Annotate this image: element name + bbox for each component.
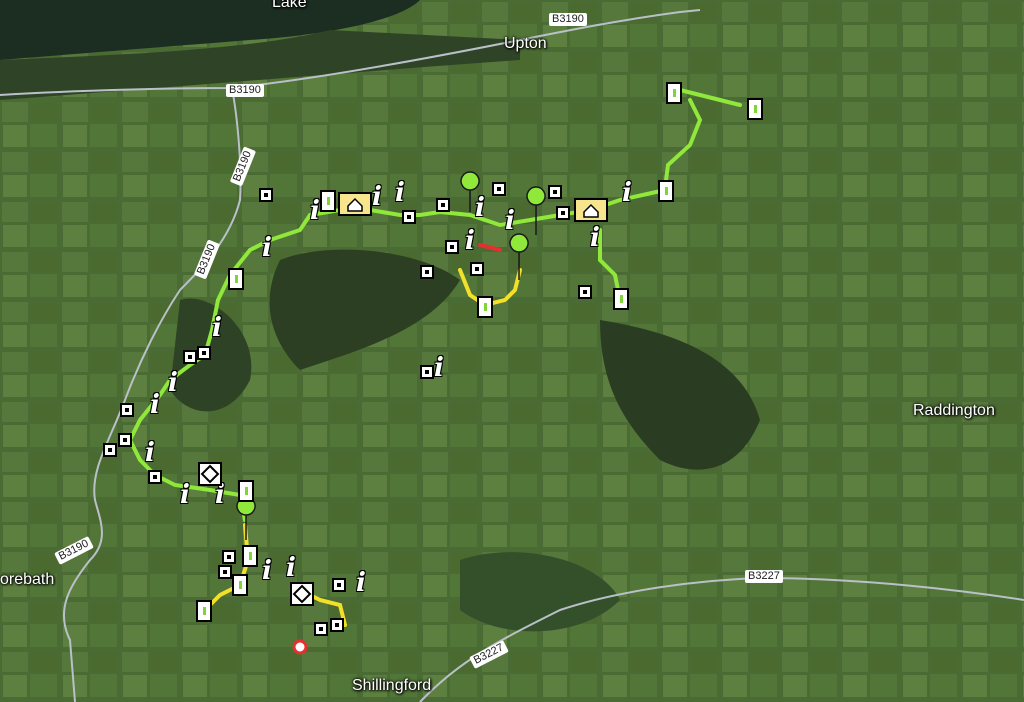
waypoint-icon[interactable] [658, 180, 674, 202]
hut-icon[interactable] [574, 198, 608, 222]
info-icon[interactable]: i [356, 570, 366, 596]
waypoint-icon[interactable] [320, 190, 336, 212]
info-icon[interactable]: i [168, 370, 178, 396]
info-icon[interactable]: i [475, 195, 485, 221]
square-marker-icon[interactable] [332, 578, 346, 592]
place-shillingford: Shillingford [352, 677, 432, 694]
place-lake: Lake [272, 0, 307, 11]
waypoint-icon[interactable] [196, 600, 212, 622]
square-marker-icon[interactable] [470, 262, 484, 276]
diamond-icon[interactable] [290, 582, 314, 606]
info-icon[interactable]: i [180, 482, 190, 508]
road-shield-b3190: B3190 [226, 84, 264, 97]
square-marker-icon[interactable] [420, 365, 434, 379]
square-marker-icon[interactable] [492, 182, 506, 196]
square-marker-icon[interactable] [120, 403, 134, 417]
square-marker-icon[interactable] [578, 285, 592, 299]
waypoint-icon[interactable] [477, 296, 493, 318]
info-icon[interactable]: i [212, 315, 222, 341]
square-marker-icon[interactable] [222, 550, 236, 564]
square-marker-icon[interactable] [420, 265, 434, 279]
waypoint-icon[interactable] [228, 268, 244, 290]
square-marker-icon[interactable] [445, 240, 459, 254]
square-marker-icon[interactable] [556, 206, 570, 220]
info-icon[interactable]: i [372, 184, 382, 210]
diamond-icon[interactable] [198, 462, 222, 486]
waypoint-icon[interactable] [613, 288, 629, 310]
hut-icon[interactable] [338, 192, 372, 216]
info-icon[interactable]: i [286, 555, 296, 581]
info-icon[interactable]: i [434, 355, 444, 381]
waypoint-icon[interactable] [238, 480, 254, 502]
waypoint-icon[interactable] [666, 82, 682, 104]
info-icon[interactable]: i [505, 208, 515, 234]
info-icon[interactable]: i [262, 558, 272, 584]
square-marker-icon[interactable] [548, 185, 562, 199]
road-shield-b3227: B3227 [745, 570, 783, 583]
square-marker-icon[interactable] [148, 470, 162, 484]
square-marker-icon[interactable] [436, 198, 450, 212]
square-marker-icon[interactable] [402, 210, 416, 224]
place-morebath: orebath [0, 571, 55, 588]
info-icon[interactable]: i [590, 225, 600, 251]
square-marker-icon[interactable] [103, 443, 117, 457]
square-marker-icon[interactable] [218, 565, 232, 579]
map-view[interactable]: Lake Upton Raddington orebath Shillingfo… [0, 0, 1024, 702]
info-icon[interactable]: i [262, 235, 272, 261]
square-marker-icon[interactable] [330, 618, 344, 632]
square-marker-icon[interactable] [259, 188, 273, 202]
square-marker-icon[interactable] [314, 622, 328, 636]
waypoint-icon[interactable] [242, 545, 258, 567]
square-marker-icon[interactable] [183, 350, 197, 364]
satellite-map [0, 0, 1024, 702]
info-icon[interactable]: i [622, 180, 632, 206]
square-marker-icon[interactable] [197, 346, 211, 360]
waypoint-icon[interactable] [232, 574, 248, 596]
road-shield-b3190: B3190 [549, 13, 587, 26]
info-icon[interactable]: i [310, 198, 320, 224]
info-icon[interactable]: i [465, 228, 475, 254]
info-icon[interactable]: i [145, 440, 155, 466]
square-marker-icon[interactable] [118, 433, 132, 447]
info-icon[interactable]: i [150, 392, 160, 418]
waypoint-icon[interactable] [747, 98, 763, 120]
place-upton: Upton [504, 35, 547, 52]
place-raddington: Raddington [913, 402, 995, 419]
info-icon[interactable]: i [395, 180, 405, 206]
start-marker-icon [292, 639, 308, 655]
